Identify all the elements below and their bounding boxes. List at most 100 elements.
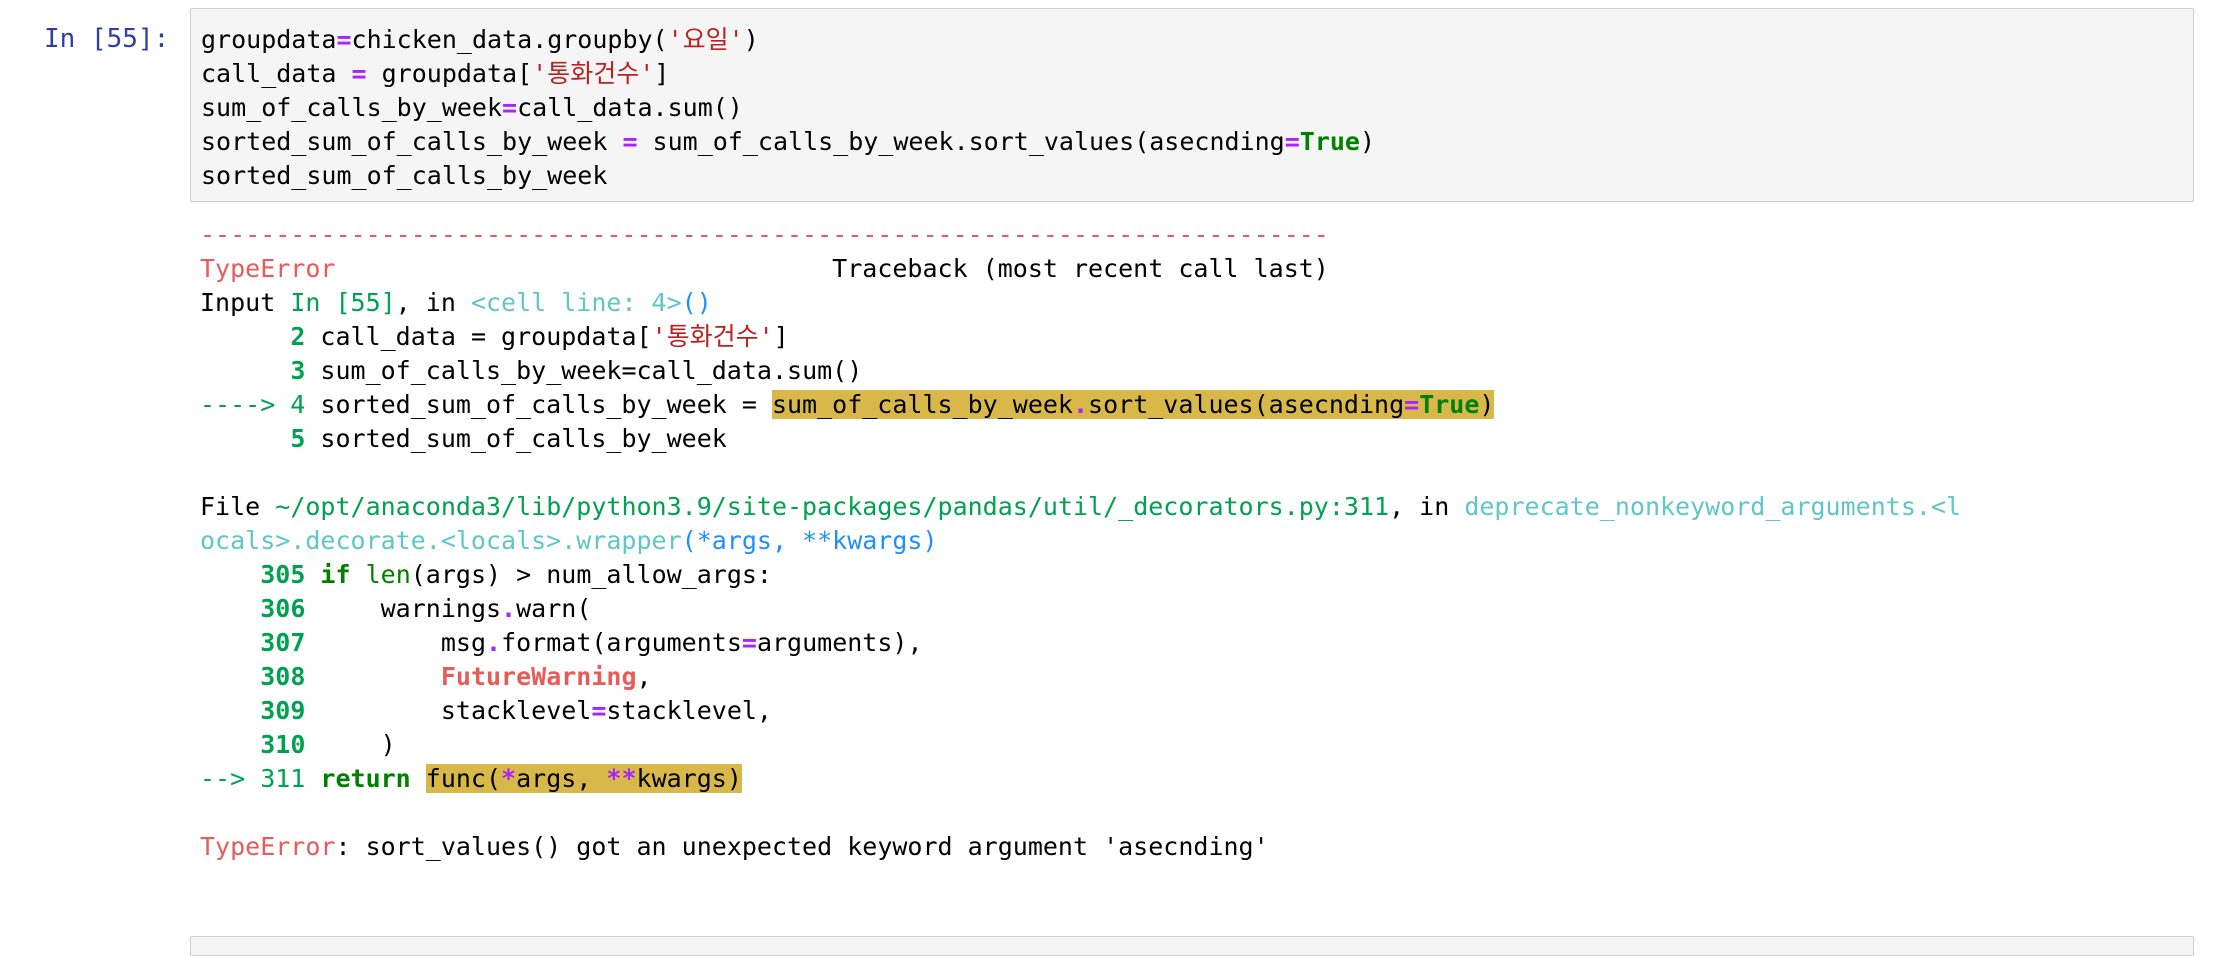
code-token: sum_of_calls_by_week.sort_values(asecndi… (637, 127, 1285, 156)
code-token: = (502, 93, 518, 122)
code-token: ) (743, 25, 759, 54)
tb-frame2-line-306: 306 warnings.warn( (200, 592, 1961, 626)
file-label: File (200, 492, 276, 521)
code-token: ] (773, 322, 789, 351)
code-string: '요일' (667, 25, 744, 54)
function-name: deprecate_nonkeyword_arguments.<l (1464, 492, 1962, 521)
code-token: (args) > num_allow_args: (410, 560, 772, 589)
code-keyword: return (305, 764, 411, 793)
pad (200, 322, 290, 351)
code-line-5: sorted_sum_of_calls_by_week (201, 159, 1375, 193)
code-token: groupdata[ (366, 59, 533, 88)
code-line-2: call_data = groupdata['통화건수'] (201, 57, 1375, 91)
code-token: = (1284, 127, 1300, 156)
code-token: ) (1479, 390, 1495, 419)
code-token: call_data (201, 59, 352, 88)
pad (200, 356, 290, 385)
code-token: arguments), (756, 628, 923, 657)
code-token: = (336, 25, 352, 54)
function-name-cont: ocals>.decorate.<locals>.wrapper (200, 526, 682, 555)
code-token: ) (1360, 127, 1376, 156)
pad (200, 696, 260, 725)
tb-frame1-line-5: 5 sorted_sum_of_calls_by_week (200, 422, 1961, 456)
code-token: func( (425, 764, 502, 793)
code-token: stacklevel, (606, 696, 772, 725)
code-token: sorted_sum_of_calls_by_week = (305, 390, 772, 419)
next-code-cell[interactable] (190, 936, 2194, 956)
code-token: warn( (516, 594, 592, 623)
code-keyword: if (305, 560, 351, 589)
file-path-link: ~/opt/anaconda3/lib/python3.9/site-packa… (275, 492, 1390, 521)
code-string: '통화건수' (651, 322, 774, 351)
code-token: = (1404, 390, 1420, 419)
code-token: . (1072, 390, 1089, 419)
code-token: . (486, 628, 502, 657)
code-cell-input[interactable]: groupdata=chicken_data.groupby('요일') cal… (190, 8, 2194, 202)
line-number: 306 (260, 594, 306, 623)
tb-frame1-line-3: 3 sum_of_calls_by_week=call_data.sum() (200, 354, 1961, 388)
code-token: = (741, 628, 757, 657)
input-cell-ref: In [55] (290, 288, 396, 317)
tb-frame2-line-311: --> 311 return func(*args, **kwargs) (200, 762, 1961, 796)
in-label: , in (1389, 492, 1465, 521)
code-keyword: True (1299, 127, 1360, 156)
code-keyword: True (1419, 390, 1480, 419)
code-token: sorted_sum_of_calls_by_week (201, 127, 623, 156)
code-string: '통화건수' (532, 59, 655, 88)
traceback-title: Traceback (most recent call last) (335, 254, 1329, 283)
code-token: call_data.sum() (517, 93, 743, 122)
pad (200, 594, 260, 623)
function-args: (*args, **kwargs) (681, 526, 938, 555)
pad (200, 662, 260, 691)
line-number: 3 (290, 356, 306, 385)
line-number: 307 (260, 628, 306, 657)
code-builtin: len (365, 560, 411, 589)
code-token: = (351, 59, 367, 88)
code-token: stacklevel (305, 696, 592, 725)
code-token: sum_of_calls_by_week=call_data.sum() (305, 356, 863, 385)
tb-file-line-2: ocals>.decorate.<locals>.wrapper(*args, … (200, 524, 1961, 558)
code-token: sum_of_calls_by_week (201, 93, 503, 122)
traceback-input-line: Input In [55], in <cell line: 4>() (200, 286, 1961, 320)
code-exception-name: FutureWarning (440, 662, 637, 691)
tb-frame2-line-310: 310 ) (200, 728, 1961, 762)
code-token: sort_values(asecnding (1088, 390, 1405, 419)
cell-line-ref: <cell line: 4> (470, 288, 682, 317)
code-token: = (622, 127, 638, 156)
code-token: warnings (305, 594, 502, 623)
pad (200, 424, 290, 453)
cell-output: ----------------------------------------… (200, 218, 1961, 864)
tb-frame1-line-4: ----> 4 sorted_sum_of_calls_by_week = su… (200, 388, 1961, 422)
input-label: Input (200, 288, 291, 317)
pad (200, 730, 260, 759)
cell-line-parens: () (681, 288, 712, 317)
code-token: format(arguments (501, 628, 742, 657)
code-token: chicken_data.groupby( (351, 25, 668, 54)
line-number: 310 (260, 730, 306, 759)
in-label: , in (395, 288, 471, 317)
code-line-3: sum_of_calls_by_week=call_data.sum() (201, 91, 1375, 125)
traceback-dashes: ----------------------------------------… (200, 220, 1329, 249)
code-token: msg (305, 628, 486, 657)
code-token: groupdata (201, 25, 337, 54)
tb-frame2-line-307: 307 msg.format(arguments=arguments), (200, 626, 1961, 660)
traceback-header: TypeError Traceback (most recent call la… (200, 252, 1961, 286)
code-token: sorted_sum_of_calls_by_week (201, 161, 608, 190)
pad (305, 662, 440, 691)
tb-frame2-line-309: 309 stacklevel=stacklevel, (200, 694, 1961, 728)
line-number: 309 (260, 696, 306, 725)
tb-frame2-line-308: 308 FutureWarning, (200, 660, 1961, 694)
code-token: kwargs) (636, 764, 742, 793)
code-lines: groupdata=chicken_data.groupby('요일') cal… (201, 23, 1375, 193)
error-highlight: func(*args, **kwargs) (425, 764, 742, 793)
line-number: 305 (260, 560, 306, 589)
tb-frame1-line-2: 2 call_data = groupdata['통화건수'] (200, 320, 1961, 354)
error-arrow: ----> 4 (200, 390, 306, 419)
error-name: TypeError (200, 254, 336, 283)
error-arrow: --> 311 (200, 764, 306, 793)
code-token: * (501, 764, 517, 793)
error-highlight: sum_of_calls_by_week.sort_values(asecndi… (771, 390, 1495, 419)
line-number: 5 (290, 424, 306, 453)
cell-prompt: In [55]: (44, 24, 170, 54)
